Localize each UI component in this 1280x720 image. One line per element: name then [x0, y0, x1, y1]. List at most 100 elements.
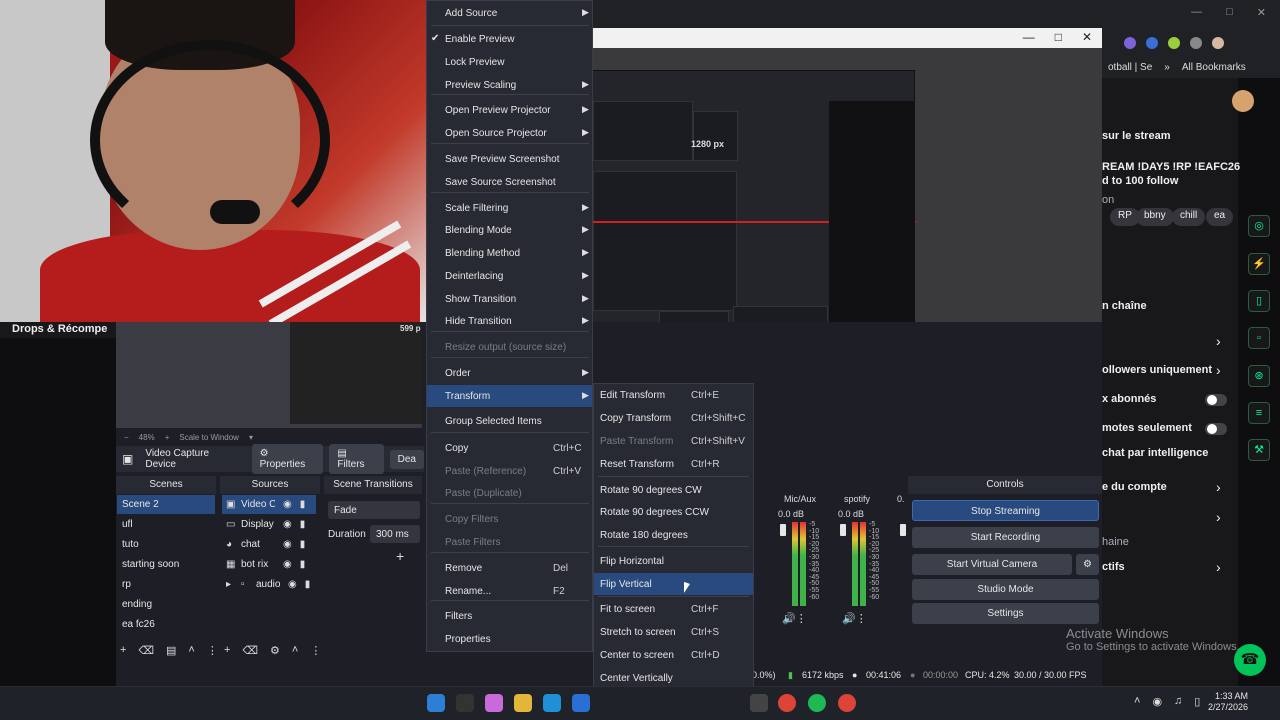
more-icon[interactable]: ⋮: [310, 644, 321, 660]
context-menu-item[interactable]: Enable Preview ✔: [427, 28, 592, 50]
start-virtual-camera-button[interactable]: Start Virtual Camera: [912, 554, 1072, 575]
extension-icon[interactable]: [1146, 37, 1158, 49]
transform-menu-item[interactable]: Fit to screen Ctrl+F: [594, 598, 753, 620]
chrome-icon[interactable]: [778, 694, 796, 712]
maximize-icon[interactable]: □: [1055, 30, 1062, 44]
context-menu-item[interactable]: Deinterlacing ▶: [427, 265, 592, 287]
scale-mode-select[interactable]: Scale to Window: [179, 433, 239, 442]
puzzle-icon[interactable]: [1190, 37, 1202, 49]
extension-icon[interactable]: [1168, 37, 1180, 49]
chrome-icon[interactable]: [838, 694, 856, 712]
obs-icon[interactable]: [750, 694, 768, 712]
edge-icon[interactable]: [543, 694, 561, 712]
speaker-icon[interactable]: 🔊⋮: [842, 612, 867, 625]
more-icon[interactable]: ⋮: [207, 644, 218, 660]
context-menu-item[interactable]: Scale Filtering ▶: [427, 197, 592, 219]
chevron-right-icon[interactable]: ›: [1216, 559, 1221, 575]
scene-item[interactable]: ending: [117, 595, 215, 614]
transform-menu-item[interactable]: Reset Transform Ctrl+R: [594, 453, 753, 475]
filter-icon[interactable]: ▤: [166, 644, 176, 660]
context-menu-item[interactable]: Group Selected Items: [427, 410, 592, 432]
add-icon[interactable]: +: [120, 644, 126, 660]
up-arrow-icon[interactable]: ˄: [292, 644, 298, 660]
transform-menu-item[interactable]: Flip Vertical: [594, 573, 753, 595]
subs-toggle[interactable]: [1205, 394, 1227, 406]
lightning-icon[interactable]: ⚡: [1248, 253, 1270, 275]
chevron-right-icon[interactable]: ›: [1216, 509, 1221, 525]
zoom-out-icon[interactable]: −: [124, 433, 129, 442]
context-menu-item[interactable]: Properties: [427, 628, 592, 650]
eye-icon[interactable]: ◉: [288, 579, 297, 590]
filters-button[interactable]: ▤ Filters: [329, 444, 384, 474]
context-menu-item[interactable]: Copy Ctrl+C: [427, 437, 592, 459]
scene-item[interactable]: rp: [117, 575, 215, 594]
context-menu-item[interactable]: Open Preview Projector ▶: [427, 99, 592, 121]
trash-icon[interactable]: ⌫: [242, 644, 258, 660]
lock-icon[interactable]: ▮: [300, 559, 306, 570]
maximize-icon[interactable]: □: [1226, 6, 1233, 22]
transform-menu-item[interactable]: Rotate 90 degrees CW: [594, 479, 753, 501]
lock-icon[interactable]: ▮: [300, 519, 306, 530]
profile-avatar[interactable]: [1212, 37, 1224, 49]
source-item[interactable]: ▦ bot rix ◉ ▮: [222, 555, 316, 574]
spotify-icon[interactable]: [808, 694, 826, 712]
context-menu-item[interactable]: Preview Scaling ▶: [427, 74, 592, 96]
volume-fader[interactable]: [900, 524, 906, 536]
speaker-icon[interactable]: 🔊⋮: [782, 612, 807, 625]
context-menu-item[interactable]: Save Preview Screenshot: [427, 148, 592, 170]
gear-icon[interactable]: ⚙: [1076, 554, 1099, 575]
eye-icon[interactable]: ◉: [283, 539, 292, 550]
pen-icon[interactable]: [456, 694, 474, 712]
tag-chip[interactable]: ea: [1206, 208, 1234, 226]
tab-text[interactable]: otball | Se: [1108, 62, 1152, 73]
minimize-icon[interactable]: —: [1023, 30, 1035, 44]
chevron-down-icon[interactable]: ▾: [249, 433, 253, 442]
chevron-right-icon[interactable]: ›: [1216, 333, 1221, 349]
list-icon[interactable]: ≡: [1248, 402, 1270, 424]
scene-item[interactable]: ufl: [117, 515, 215, 534]
transform-menu-item[interactable]: Center to screen Ctrl+D: [594, 644, 753, 666]
context-menu-item[interactable]: Filters: [427, 605, 592, 627]
trash-icon[interactable]: ⌫: [138, 644, 154, 660]
lock-icon[interactable]: ▮: [305, 579, 311, 590]
lock-icon[interactable]: ▮: [300, 539, 306, 550]
obs-preview-lower[interactable]: 599 p: [116, 322, 422, 428]
wrench-icon[interactable]: ⚒: [1248, 439, 1270, 461]
source-item[interactable]: ▭Display Ca◉▮: [222, 515, 316, 534]
emotes-toggle[interactable]: [1205, 423, 1227, 435]
deactivate-button[interactable]: Dea: [389, 449, 424, 469]
eye-icon[interactable]: ◉: [283, 499, 292, 510]
chevron-right-icon[interactable]: ›: [1216, 479, 1221, 495]
settings-button[interactable]: Settings: [912, 603, 1099, 624]
context-menu-item[interactable]: Blending Method ▶: [427, 242, 592, 264]
expand-arrow-icon[interactable]: ▸: [226, 579, 237, 590]
mic-icon[interactable]: ◉: [1152, 695, 1162, 708]
volume-fader[interactable]: [780, 524, 786, 536]
volume-fader[interactable]: [840, 524, 846, 536]
scene-item[interactable]: tuto: [117, 535, 215, 554]
gear-icon[interactable]: ⚙: [270, 644, 280, 660]
context-menu-item[interactable]: Hide Transition ▶: [427, 310, 592, 332]
chevron-right-icon[interactable]: ›: [1216, 362, 1221, 378]
context-menu-item[interactable]: Order ▶: [427, 362, 592, 384]
transform-menu-item[interactable]: Edit Transform Ctrl+E: [594, 384, 753, 406]
transition-select[interactable]: Fade: [328, 501, 420, 519]
all-bookmarks[interactable]: All Bookmarks: [1182, 62, 1246, 73]
clock[interactable]: 1:33 AM 2/27/2026: [1208, 691, 1248, 713]
start-recording-button[interactable]: Start Recording: [912, 527, 1099, 548]
folder-icon[interactable]: [514, 694, 532, 712]
transform-menu-item[interactable]: Stretch to screen Ctrl+S: [594, 621, 753, 643]
copilot-icon[interactable]: [485, 694, 503, 712]
stop-streaming-button[interactable]: Stop Streaming: [912, 500, 1099, 521]
context-menu-item[interactable]: Show Transition ▶: [427, 288, 592, 310]
source-item[interactable]: ◕ chat ◉ ▮: [222, 535, 316, 554]
chevron-up-icon[interactable]: ˄: [1134, 695, 1140, 708]
phone-icon[interactable]: ▯: [1248, 290, 1270, 312]
target-icon[interactable]: ◎: [1248, 215, 1270, 237]
studio-mode-button[interactable]: Studio Mode: [912, 579, 1099, 600]
up-arrow-icon[interactable]: ˄: [188, 644, 194, 660]
network-icon[interactable]: ▯: [1194, 695, 1200, 708]
eye-icon[interactable]: ◉: [283, 519, 292, 530]
context-menu-item[interactable]: Remove Del: [427, 557, 592, 579]
broadcast-icon[interactable]: ⊛: [1248, 365, 1270, 387]
